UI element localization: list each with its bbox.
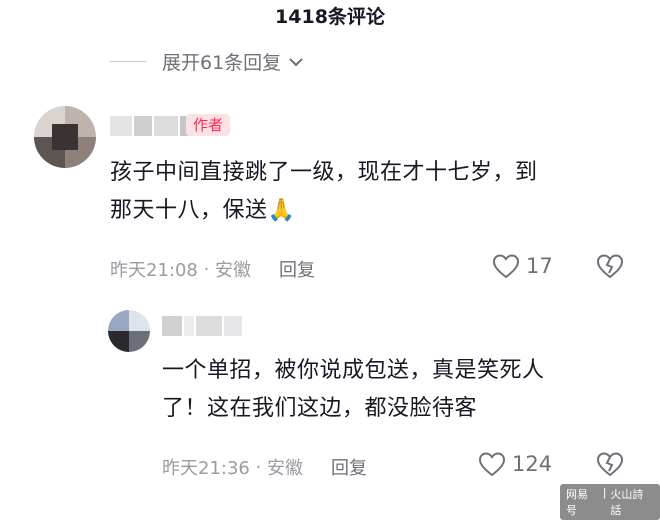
watermark-right: 火山詩話 bbox=[610, 488, 644, 517]
comment-time: 昨天21:36 bbox=[162, 458, 250, 479]
comment-meta: 昨天21:36 · 安徽 回复 bbox=[162, 454, 367, 480]
like-count: 124 bbox=[512, 452, 553, 476]
comment-text-line: 一个单招，被你说成包送，真是笑死人 bbox=[162, 358, 545, 383]
author-badge: 作者 bbox=[186, 114, 231, 136]
comment-text: 一个单招，被你说成包送，真是笑死人 了！这在我们这边，都没脸待客 bbox=[162, 352, 632, 428]
pray-emoji-icon: 🙏 bbox=[267, 198, 296, 223]
chevron-down-icon bbox=[289, 57, 303, 66]
expand-replies-button[interactable]: 展开61条回复 bbox=[110, 48, 305, 75]
divider-line bbox=[110, 61, 146, 62]
reply-button[interactable]: 回复 bbox=[279, 256, 315, 282]
username-blurred[interactable] bbox=[162, 316, 242, 336]
broken-heart-icon bbox=[596, 254, 624, 279]
avatar[interactable] bbox=[108, 310, 150, 352]
watermark: 网易号 | 火山詩話 bbox=[560, 484, 660, 520]
watermark-left: 网易号 bbox=[566, 488, 588, 517]
meta-separator: · bbox=[197, 258, 216, 280]
reply-button[interactable]: 回复 bbox=[331, 454, 367, 480]
comment-text-line: 了！这在我们这边，都没脸待客 bbox=[162, 396, 478, 421]
dislike-button[interactable] bbox=[596, 253, 624, 283]
comment-text-segment: 那天十八，保送 bbox=[110, 198, 268, 223]
expand-replies-label: 展开61条回复 bbox=[162, 52, 282, 74]
comment-time: 昨天21:08 bbox=[110, 260, 198, 281]
comment-count-title: 1418条评论 bbox=[275, 6, 385, 28]
comment-meta: 昨天21:08 · 安徽 回复 bbox=[110, 256, 315, 282]
like-button[interactable]: 124 bbox=[478, 451, 552, 477]
username-blurred[interactable] bbox=[110, 116, 194, 136]
comment-location: 安徽 bbox=[267, 458, 304, 479]
watermark-divider: | bbox=[602, 486, 607, 499]
avatar[interactable] bbox=[34, 106, 96, 168]
dislike-button[interactable] bbox=[596, 451, 624, 481]
comment-text-line: 孩子中间直接跳了一级，现在才十七岁，到 bbox=[110, 160, 538, 185]
like-button[interactable]: 17 bbox=[492, 253, 553, 279]
heart-icon bbox=[492, 254, 520, 279]
comment-location: 安徽 bbox=[215, 260, 252, 281]
comment-text-line: 那天十八，保送🙏 bbox=[110, 192, 630, 230]
like-count: 17 bbox=[526, 254, 553, 278]
meta-separator: · bbox=[249, 456, 268, 478]
heart-icon bbox=[478, 452, 506, 477]
broken-heart-icon bbox=[596, 452, 624, 477]
comment-text: 孩子中间直接跳了一级，现在才十七岁，到 那天十八，保送🙏 bbox=[110, 154, 630, 230]
